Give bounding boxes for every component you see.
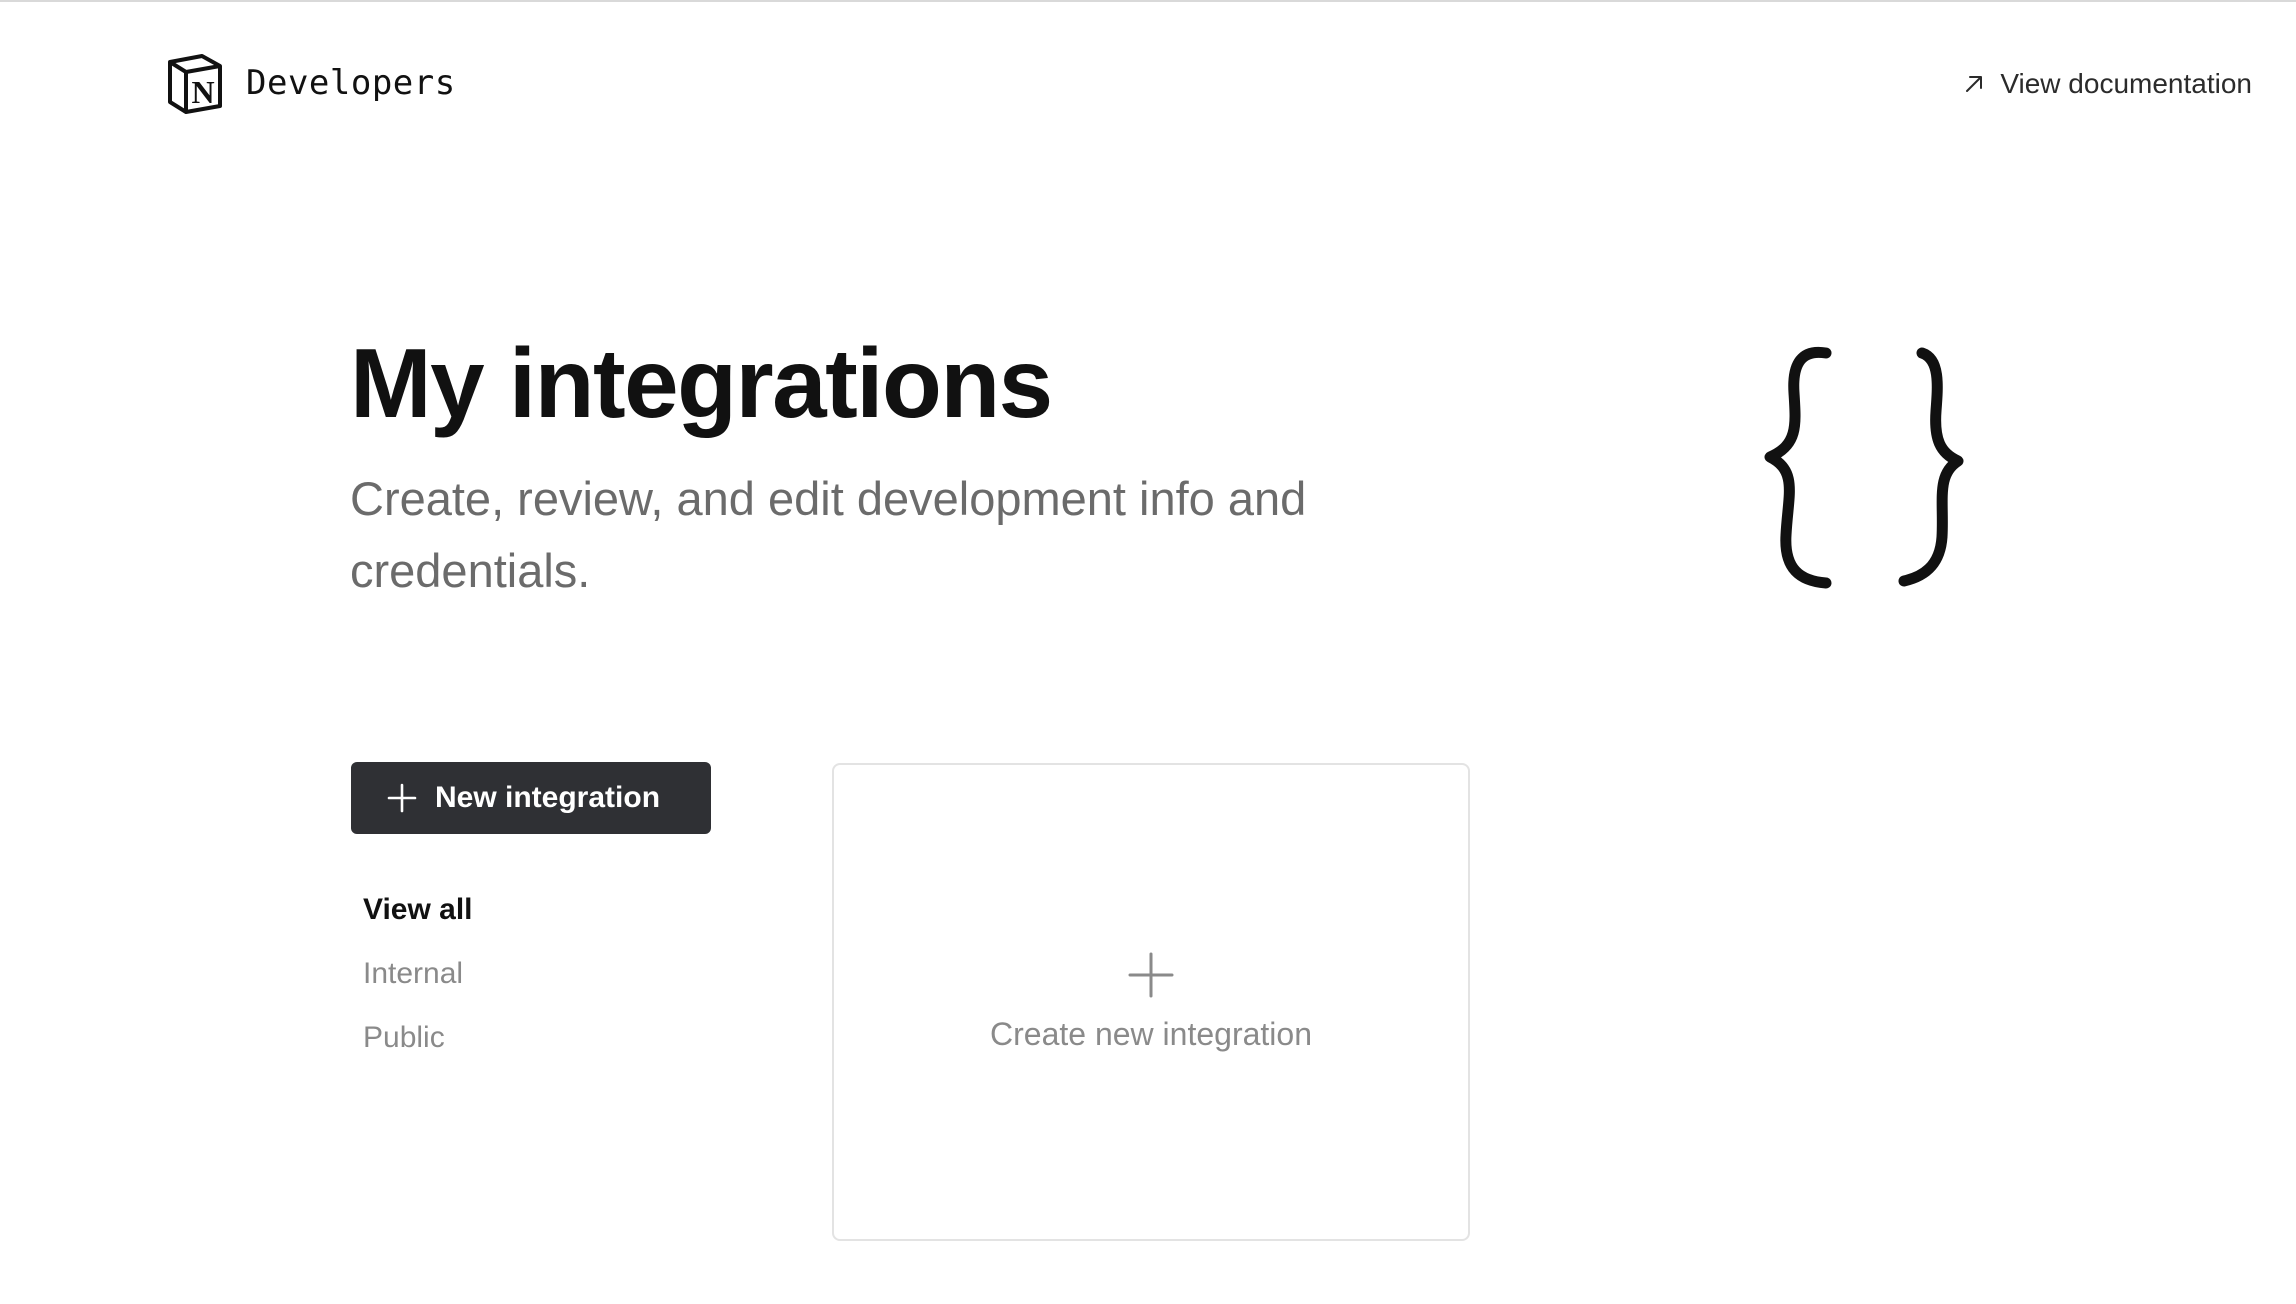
view-documentation-link[interactable]: View documentation bbox=[1962, 68, 2252, 100]
brand[interactable]: N Developers bbox=[164, 52, 456, 114]
page-subtitle: Create, review, and edit development inf… bbox=[350, 472, 1307, 597]
curly-braces-illustration bbox=[1764, 346, 1964, 589]
docs-link-label: View documentation bbox=[2000, 68, 2252, 99]
plus-icon bbox=[1128, 952, 1174, 997]
new-integration-button[interactable]: New integration bbox=[351, 762, 711, 834]
plus-icon bbox=[387, 783, 417, 813]
top-divider bbox=[0, 0, 2296, 2]
arrow-up-right-icon bbox=[1966, 76, 1983, 92]
filter-internal[interactable]: Internal bbox=[363, 954, 473, 1018]
filter-view-all[interactable]: View all bbox=[363, 890, 473, 954]
page-title: My integrations bbox=[350, 328, 1053, 438]
create-new-integration-card[interactable]: Create new integration bbox=[832, 763, 1470, 1241]
integration-filter-list: View all Internal Public bbox=[363, 890, 473, 1082]
notion-logo-icon: N bbox=[168, 54, 222, 114]
new-integration-label: New integration bbox=[435, 781, 661, 814]
filter-public[interactable]: Public bbox=[363, 1018, 473, 1082]
create-new-integration-label: Create new integration bbox=[990, 1015, 1312, 1052]
svg-text:N: N bbox=[191, 74, 214, 110]
brand-name: Developers bbox=[246, 63, 456, 103]
